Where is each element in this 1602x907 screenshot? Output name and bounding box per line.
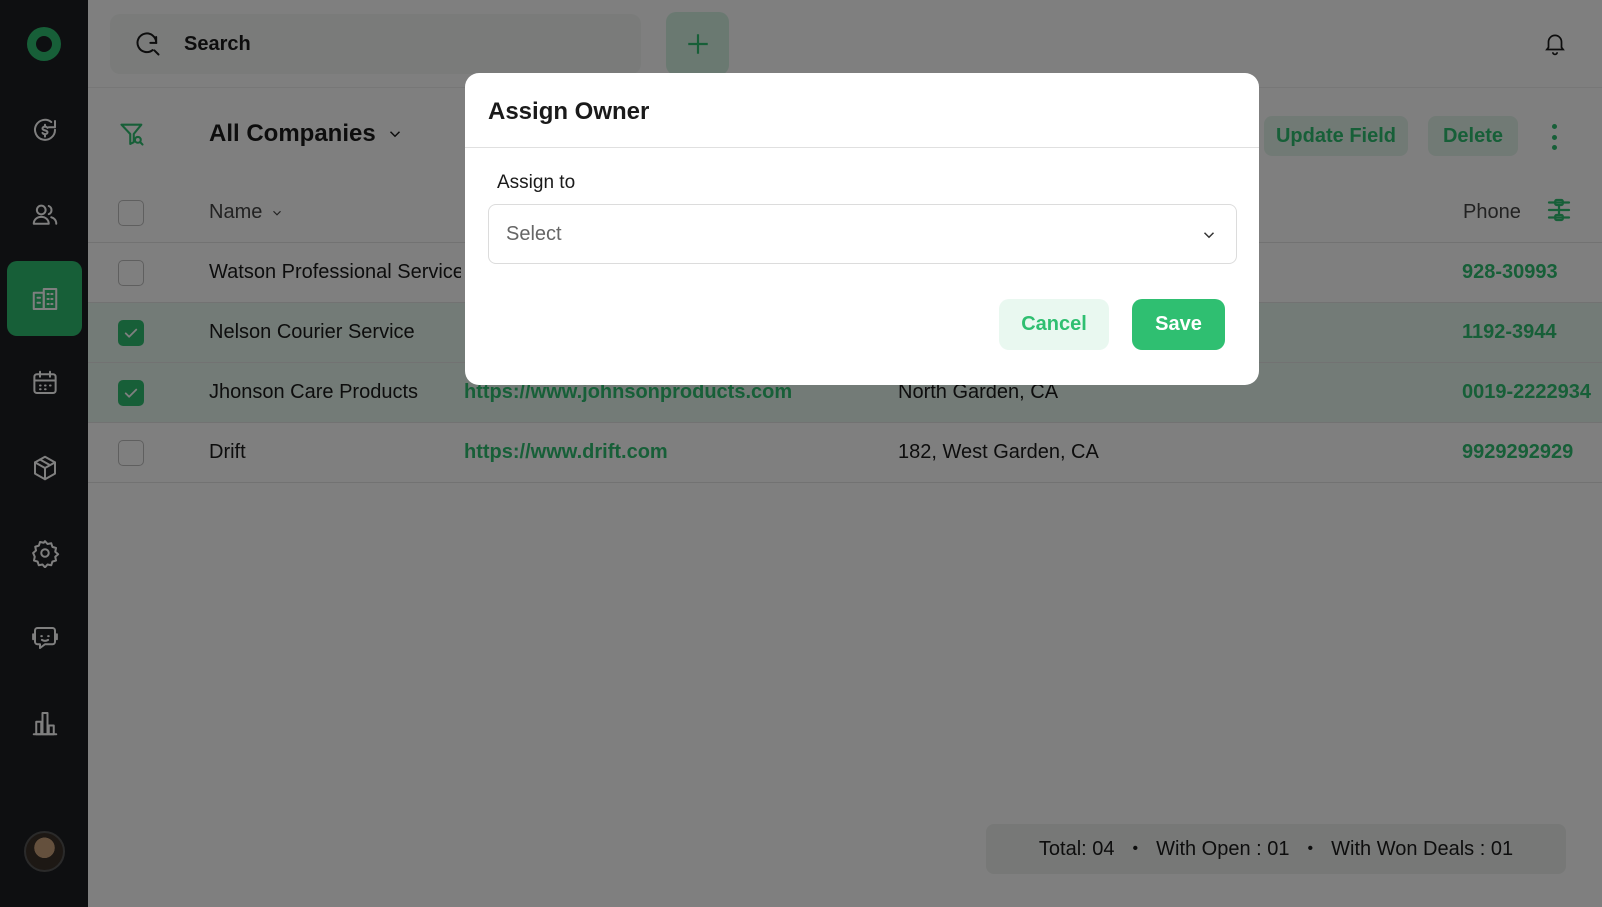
- save-button[interactable]: Save: [1132, 299, 1225, 350]
- cancel-button[interactable]: Cancel: [999, 299, 1109, 350]
- chevron-down-icon: [1203, 232, 1215, 239]
- dialog-title: Assign Owner: [488, 98, 650, 125]
- assign-to-select[interactable]: Select: [488, 204, 1237, 264]
- assign-owner-dialog: Assign Owner Assign to Select Cancel Sav…: [465, 73, 1259, 385]
- assign-to-label: Assign to: [497, 172, 576, 193]
- divider: [465, 147, 1259, 148]
- select-placeholder: Select: [506, 222, 562, 245]
